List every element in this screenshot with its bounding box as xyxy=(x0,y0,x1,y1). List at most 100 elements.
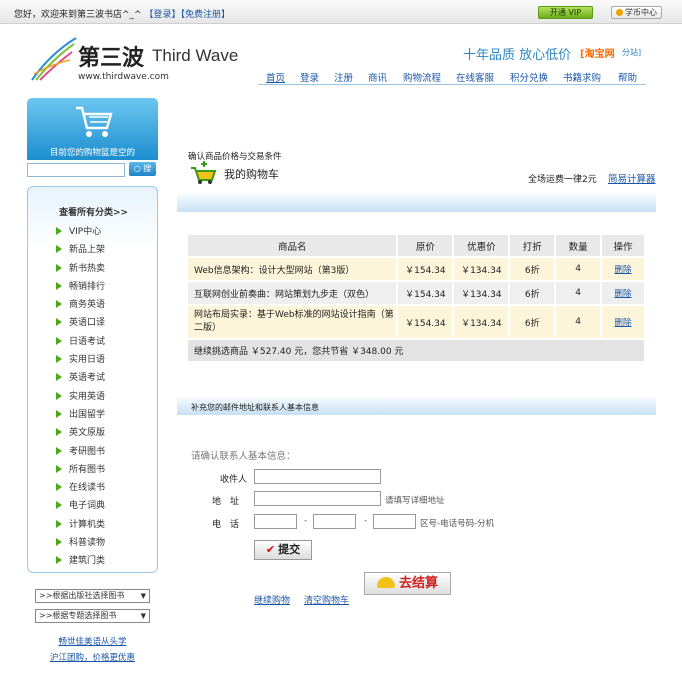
phone-hint: 区号-电话号码-分机 xyxy=(420,519,495,529)
cell-discount: 6折 xyxy=(509,304,557,339)
arrow-right-icon xyxy=(56,556,62,565)
login-link[interactable]: 【登录】 xyxy=(144,10,180,20)
branch-label: 分站] xyxy=(622,48,642,57)
phone-number-input[interactable] xyxy=(313,514,356,529)
arrow-right-icon xyxy=(56,501,62,510)
coin-center-button[interactable]: 学币中心 xyxy=(611,6,662,19)
category-item[interactable]: 出国留学 xyxy=(56,407,105,425)
address-input[interactable] xyxy=(254,491,381,506)
category-label: 实用日语 xyxy=(69,355,106,366)
sidebar-promo-link-2[interactable]: 沪江团购，价格更优惠 xyxy=(27,651,158,663)
arrow-right-icon xyxy=(56,373,62,382)
category-label: 实用英语 xyxy=(69,391,106,402)
phone-ext-input[interactable] xyxy=(373,514,416,529)
submit-button[interactable]: ✔ 提交 xyxy=(254,540,312,560)
main-nav: 首页 登录 注册 商讯 购物流程 在线客服 积分兑换 书籍求购 帮助 xyxy=(258,68,646,85)
arrow-right-icon xyxy=(56,263,62,272)
arrow-right-icon xyxy=(56,538,62,547)
open-vip-button[interactable]: 开通 VIP xyxy=(538,6,593,19)
checkout-button[interactable]: 去结算 xyxy=(364,572,451,595)
calculator-link[interactable]: 简易计算器 xyxy=(608,171,656,185)
sidebar-search: ○ 搜 xyxy=(27,161,158,178)
recipient-input[interactable] xyxy=(254,469,381,484)
category-item[interactable]: 实用日语 xyxy=(56,352,105,370)
cell-orig-price: ￥154.34 xyxy=(397,304,455,339)
recipient-label: 收件人 xyxy=(220,475,248,485)
topic-select[interactable]: >>根据专题选择图书 ▼ xyxy=(35,609,150,623)
category-label: VIP中心 xyxy=(69,227,102,237)
logo-en: Third Wave xyxy=(152,46,239,65)
category-item[interactable]: 英文原版 xyxy=(56,425,105,443)
category-item[interactable]: 科普读物 xyxy=(56,535,105,553)
category-item[interactable]: 英语考试 xyxy=(56,370,105,388)
taobao-link[interactable]: [淘宝网 xyxy=(580,45,615,60)
cell-sale-price: ￥134.34 xyxy=(453,280,511,305)
nav-login[interactable]: 登录 xyxy=(300,70,319,84)
clear-cart-link[interactable]: 清空购物车 xyxy=(304,593,349,606)
category-label: 新品上架 xyxy=(69,245,106,256)
category-label: 出国留学 xyxy=(69,409,106,420)
arrow-right-icon xyxy=(56,428,62,437)
arrow-right-icon xyxy=(56,300,62,309)
sidebar-cart-box[interactable]: 目前您的购物篮是空的 xyxy=(27,98,158,160)
category-head[interactable]: 查看所有分类>> xyxy=(28,205,159,218)
delete-link[interactable]: 删除 xyxy=(615,265,632,275)
search-input[interactable] xyxy=(27,163,125,177)
search-button-label: 搜 xyxy=(143,164,152,173)
category-label: 英文原版 xyxy=(69,428,106,439)
category-item[interactable]: 新品上架 xyxy=(56,242,105,260)
continue-shopping-link[interactable]: 继续购物 xyxy=(254,593,290,606)
category-item[interactable]: 新书热卖 xyxy=(56,261,105,279)
nav-online-service[interactable]: 在线客服 xyxy=(456,70,494,84)
nav-register[interactable]: 注册 xyxy=(334,70,353,84)
category-label: 电子词典 xyxy=(69,501,106,512)
topic-select-label: >>根据专题选择图书 xyxy=(39,611,117,620)
nav-book-request[interactable]: 书籍求购 xyxy=(563,70,601,84)
arrow-right-icon xyxy=(56,245,62,254)
nav-home[interactable]: 首页 xyxy=(266,70,285,84)
phone-label: 电 话 xyxy=(212,520,240,530)
register-link[interactable]: 【免费注册】 xyxy=(180,10,230,20)
category-item[interactable]: 在线读书 xyxy=(56,480,105,498)
category-item[interactable]: 畅销排行 xyxy=(56,279,105,297)
cell-discount: 6折 xyxy=(509,280,557,305)
category-item[interactable]: 考研图书 xyxy=(56,444,105,462)
shopping-cart-icon xyxy=(76,106,113,137)
arrow-right-icon xyxy=(56,336,62,345)
nav-points[interactable]: 积分兑换 xyxy=(510,70,548,84)
delete-link[interactable]: 删除 xyxy=(615,289,632,299)
arrow-right-icon xyxy=(56,281,62,290)
category-item[interactable]: 日语考试 xyxy=(56,334,105,352)
site-logo[interactable]: 第三波 Third Wave www.thirdwave.com xyxy=(30,34,240,84)
summary-text: 继续挑选商品 ￥527.40 元，您共节省 ￥348.00 元 xyxy=(188,338,646,361)
category-item[interactable]: 商务英语 xyxy=(56,297,105,315)
summary-row: 继续挑选商品 ￥527.40 元，您共节省 ￥348.00 元 xyxy=(188,338,646,361)
nav-news[interactable]: 商讯 xyxy=(368,70,387,84)
cart-add-icon xyxy=(191,161,216,184)
delete-link[interactable]: 删除 xyxy=(615,318,632,328)
table-row: 互联网创业前奏曲：网站策划九步走（双色） ￥154.34 ￥134.34 6折 … xyxy=(188,280,646,305)
title-divider-bar xyxy=(177,194,656,212)
category-item[interactable]: 英语口译 xyxy=(56,315,105,333)
category-item[interactable]: 计算机类 xyxy=(56,517,105,535)
phone-area-input[interactable] xyxy=(254,514,297,529)
cell-operation: 删除 xyxy=(601,304,646,339)
address-hint: 请填写详细地址 xyxy=(385,496,445,506)
nav-shopping-flow[interactable]: 购物流程 xyxy=(403,70,441,84)
cell-name: 互联网创业前奏曲：网站策划九步走（双色） xyxy=(188,280,399,305)
nav-help[interactable]: 帮助 xyxy=(618,70,637,84)
category-item[interactable]: 实用英语 xyxy=(56,389,105,407)
search-button[interactable]: ○ 搜 xyxy=(129,162,156,176)
col-name: 商品名 xyxy=(188,235,399,257)
category-item[interactable]: 电子词典 xyxy=(56,498,105,516)
col-quantity: 数量 xyxy=(555,235,603,257)
check-icon: ✔ xyxy=(265,543,276,556)
confirm-info-label: 请确认联系人基本信息： xyxy=(191,451,296,462)
category-item[interactable]: VIP中心 xyxy=(56,224,105,242)
publisher-select[interactable]: >>根据出版社选择图书 ▼ xyxy=(35,589,150,603)
category-item[interactable]: 所有图书 xyxy=(56,462,105,480)
top-bar: 您好，欢迎来到第三波书店^_^ 【登录】【免费注册】 开通 VIP 学币中心 xyxy=(0,0,682,24)
sidebar-promo-link-1[interactable]: 畅世佳美语从头学 xyxy=(27,635,158,647)
welcome-label: 您好，欢迎来到第三波书店^_^ xyxy=(14,10,142,20)
category-item[interactable]: 建筑门类 xyxy=(56,553,105,571)
